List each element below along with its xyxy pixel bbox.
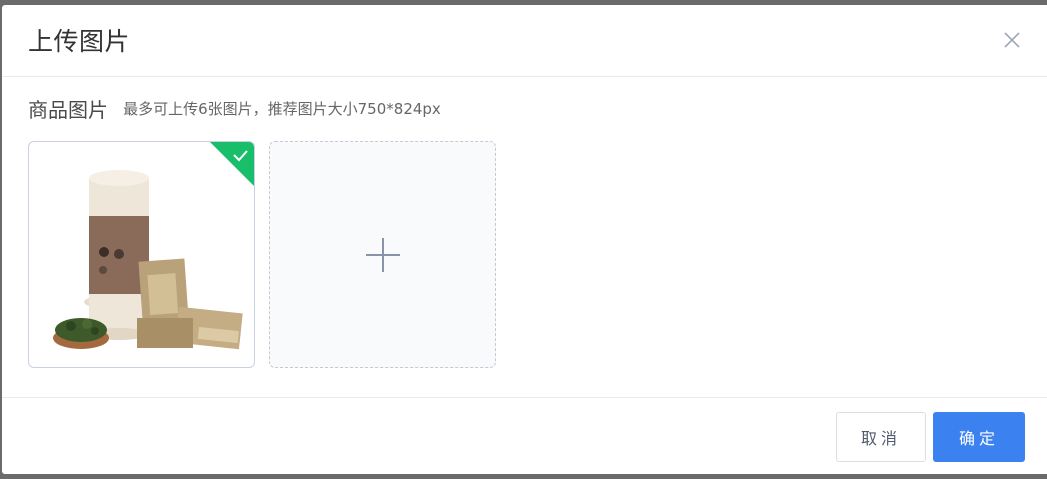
dialog-header: 上传图片 — [2, 5, 1047, 77]
upload-image-dialog: 上传图片 商品图片 最多可上传6张图片，推荐图片大小750*824px 取消 确… — [2, 5, 1047, 474]
section-label: 商品图片 — [28, 98, 108, 122]
dialog-title: 上传图片 — [28, 27, 131, 56]
cancel-button[interactable]: 取消 — [836, 412, 926, 462]
selected-badge — [210, 142, 254, 186]
upload-hint: 最多可上传6张图片，推荐图片大小750*824px — [123, 100, 441, 118]
product-images-section: 商品图片 最多可上传6张图片，推荐图片大小750*824px — [28, 94, 441, 123]
add-image-button[interactable] — [269, 141, 496, 368]
plus-icon — [366, 238, 400, 272]
confirm-button[interactable]: 确定 — [933, 412, 1025, 462]
close-icon — [1004, 32, 1020, 48]
footer-divider — [2, 397, 1047, 398]
close-button[interactable] — [1001, 29, 1023, 51]
uploaded-image-thumbnail[interactable] — [28, 141, 255, 368]
